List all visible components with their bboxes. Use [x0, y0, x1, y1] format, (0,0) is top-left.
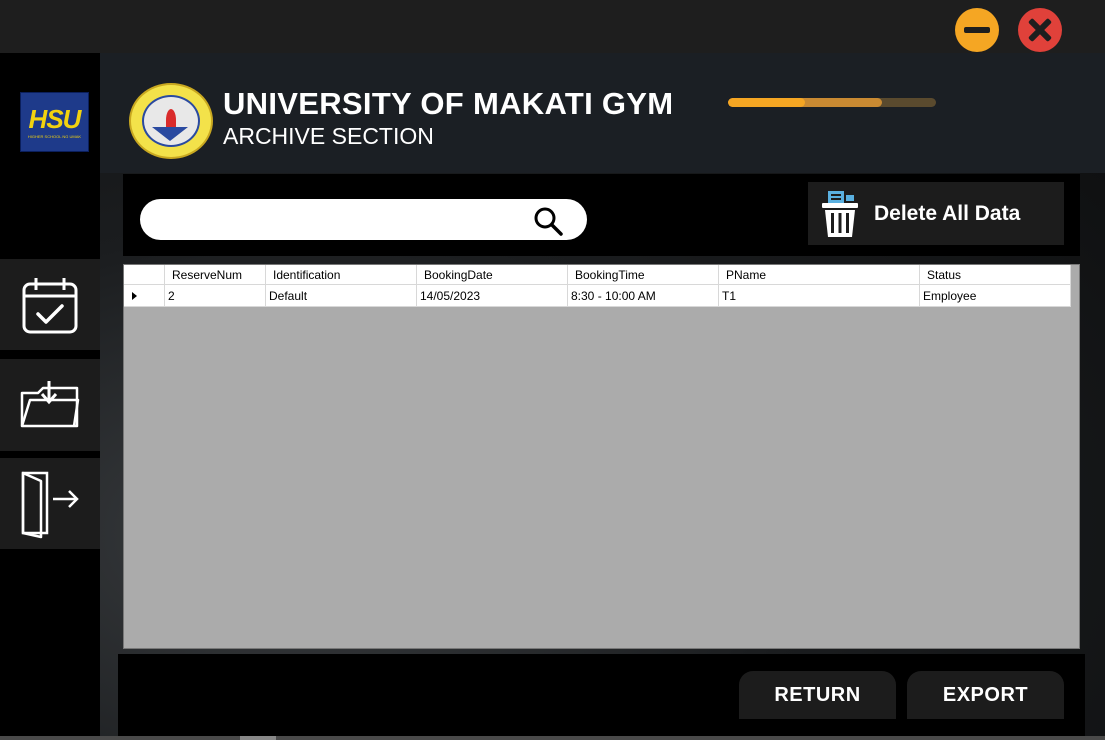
folder-download-icon [20, 381, 80, 428]
table-cell[interactable]: T1 [718, 284, 920, 307]
close-icon[interactable] [1018, 8, 1062, 52]
column-header-status[interactable]: Status [919, 265, 1071, 285]
delete-all-data-button[interactable]: Delete All Data [808, 182, 1064, 245]
search-icon[interactable] [533, 206, 563, 236]
page-title: UNIVERSITY OF MAKATI GYM [223, 86, 674, 121]
column-header-reservenum[interactable]: ReserveNum [164, 265, 266, 285]
trash-icon [822, 191, 858, 237]
minimize-icon[interactable] [955, 8, 999, 52]
row-pointer-icon [132, 291, 137, 300]
search-box[interactable] [140, 199, 587, 240]
row-selector[interactable] [124, 284, 165, 307]
logo-text: HSU [28, 103, 82, 134]
column-header-pname[interactable]: PName [718, 265, 920, 285]
column-header-identification[interactable]: Identification [265, 265, 417, 285]
row-header-corner [124, 265, 165, 285]
sidebar-item-logout[interactable] [0, 458, 100, 549]
table-cell[interactable]: 14/05/2023 [416, 284, 568, 307]
column-header-bookingtime[interactable]: BookingTime [567, 265, 719, 285]
return-button[interactable]: RETURN [739, 671, 896, 719]
column-header-bookingdate[interactable]: BookingDate [416, 265, 568, 285]
table-header-row: ReserveNum Identification BookingDate Bo… [124, 265, 1071, 285]
hsu-logo: HSU HIGHER SCHOOL NG UMAK [20, 92, 89, 152]
table-cell[interactable]: Default [265, 284, 417, 307]
sidebar-item-reservations[interactable] [0, 259, 100, 350]
scrollbar-thumb[interactable] [240, 736, 276, 740]
logo-subtext: HIGHER SCHOOL NG UMAK [27, 133, 82, 139]
table-cell[interactable]: 8:30 - 10:00 AM [567, 284, 719, 307]
calendar-check-icon [22, 277, 78, 333]
table-row[interactable]: 2 Default 14/05/2023 8:30 - 10:00 AM T1 … [124, 284, 1071, 307]
exit-door-icon [21, 471, 79, 538]
university-seal [129, 83, 213, 159]
horizontal-scrollbar[interactable] [0, 736, 1105, 740]
delete-all-data-label: Delete All Data [874, 202, 1021, 225]
sidebar-item-archive[interactable] [0, 359, 100, 451]
search-input[interactable] [156, 207, 530, 233]
page-subtitle: ARCHIVE SECTION [223, 123, 434, 149]
export-button[interactable]: EXPORT [907, 671, 1064, 719]
progress-bar [728, 98, 936, 107]
table-cell[interactable]: 2 [164, 284, 266, 307]
sidebar: HSU HIGHER SCHOOL NG UMAK [0, 53, 100, 740]
archive-table[interactable]: ReserveNum Identification BookingDate Bo… [123, 264, 1080, 649]
title-bar [0, 0, 1105, 53]
table-cell[interactable]: Employee [919, 284, 1071, 307]
